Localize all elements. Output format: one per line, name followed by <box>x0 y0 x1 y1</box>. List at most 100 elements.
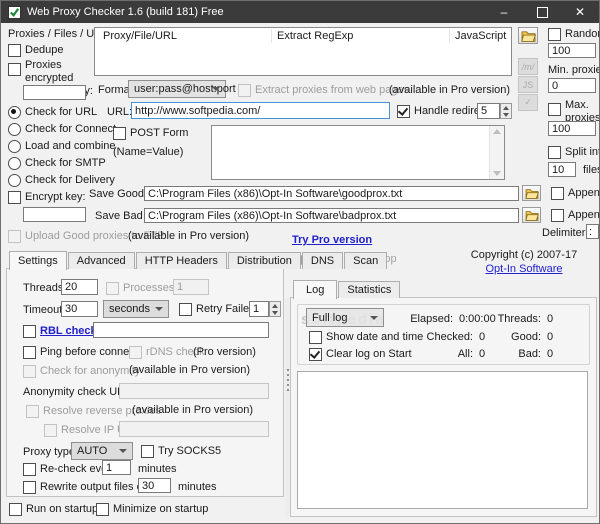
handle-redirects-checkbox[interactable] <box>397 105 410 118</box>
delimiter-input[interactable] <box>586 224 599 239</box>
check-mode-connect[interactable]: Check for Connect <box>8 123 116 136</box>
ping-checkbox[interactable] <box>23 346 36 359</box>
rbl-check-link[interactable]: RBL check: <box>40 325 100 338</box>
radio-check-delivery[interactable] <box>8 174 21 187</box>
processes-label: Processes: <box>123 282 178 294</box>
show-date-checkbox[interactable] <box>309 331 322 344</box>
save-bad-input[interactable] <box>144 208 519 223</box>
scroll-up-icon <box>493 129 501 134</box>
recheck-input[interactable] <box>102 460 131 475</box>
col-proxy-file-url[interactable]: Proxy/File/URL <box>103 30 177 43</box>
redirects-stepper[interactable] <box>500 103 512 119</box>
min-proxies-input[interactable] <box>548 78 596 93</box>
split-into-checkbox[interactable] <box>548 146 561 159</box>
proxies-encrypted-checkbox[interactable] <box>8 63 21 76</box>
random-count-input[interactable] <box>548 43 596 58</box>
processes-row: Processes: <box>106 282 177 295</box>
radio-load-combine[interactable] <box>8 140 21 153</box>
open-file-button[interactable] <box>518 27 538 44</box>
tab-http-headers-label: HTTP Headers <box>144 255 218 267</box>
append-bad-checkbox[interactable] <box>551 209 564 222</box>
rbl-input[interactable] <box>93 322 269 338</box>
resolve-pro-note: (available in Pro version) <box>132 404 254 416</box>
recheck-checkbox[interactable] <box>23 463 36 476</box>
retry-input[interactable] <box>249 301 269 317</box>
proxy-type-select[interactable]: AUTO <box>71 442 133 460</box>
threads-input[interactable] <box>61 279 98 295</box>
post-form-row: POST Form <box>113 127 188 140</box>
tab-statistics-label: Statistics <box>347 284 392 296</box>
post-form-textarea[interactable] <box>211 125 505 180</box>
minimize-button[interactable]: – <box>485 1 523 23</box>
browse-bad-button[interactable] <box>522 207 541 223</box>
tab-distribution[interactable]: Distribution <box>227 252 301 269</box>
browse-good-button[interactable] <box>522 185 541 201</box>
timeout-unit-select[interactable]: seconds <box>103 300 169 318</box>
encrypt-key-input[interactable] <box>23 207 86 222</box>
minimize-startup-checkbox[interactable] <box>96 503 109 516</box>
tab-scan[interactable]: Scan <box>344 252 388 269</box>
anonymity-label: Check for anonymity <box>40 365 141 377</box>
run-startup-checkbox[interactable] <box>9 503 22 516</box>
save-good-input[interactable] <box>144 186 519 201</box>
tab-settings[interactable]: Settings <box>9 251 67 270</box>
redirects-input[interactable] <box>477 103 500 119</box>
try-socks5-checkbox[interactable] <box>141 445 154 458</box>
max-proxies-input[interactable] <box>548 121 596 136</box>
log-mode-select[interactable]: Full log <box>306 308 384 327</box>
dedupe-checkbox[interactable] <box>8 44 21 57</box>
tab-statistics[interactable]: Statistics <box>338 281 401 298</box>
rewrite-checkbox[interactable] <box>23 481 36 494</box>
try-pro-link[interactable]: Try Pro version <box>292 234 372 247</box>
check-mode-url[interactable]: Check for URL <box>8 106 97 119</box>
close-button[interactable]: ✕ <box>561 1 599 23</box>
retry-stepper[interactable] <box>269 301 281 317</box>
log-output-area[interactable] <box>297 371 588 509</box>
check-mode-load[interactable]: Load and combine <box>8 140 116 153</box>
encryption-key-input[interactable] <box>23 85 86 100</box>
format-select[interactable]: user:pass@host:port <box>128 80 236 98</box>
rewrite-input[interactable] <box>138 478 171 493</box>
max-proxies-checkbox[interactable] <box>548 103 561 116</box>
tab-advanced[interactable]: Advanced <box>67 252 135 269</box>
encrypt-key-label: Encrypt key: <box>25 191 86 203</box>
retry-failed-checkbox[interactable] <box>179 303 192 316</box>
timeout-unit-value: seconds <box>109 303 150 315</box>
checked-label: Checked: <box>426 331 473 343</box>
col-extract-regexp[interactable]: Extract RegExp <box>277 30 353 43</box>
radio-check-connect[interactable] <box>8 123 21 136</box>
tab-http-headers[interactable]: HTTP Headers <box>135 252 227 269</box>
append-good-checkbox[interactable] <box>551 187 564 200</box>
encrypt-key-checkbox[interactable] <box>8 191 21 204</box>
proxy-list[interactable]: Proxy/File/URL Extract RegExp JavaScript <box>94 27 512 76</box>
col-javascript[interactable]: JavaScript <box>455 30 506 43</box>
tab-log[interactable]: Log <box>293 280 338 299</box>
check-delivery-label: Check for Delivery <box>25 174 115 186</box>
js-icon: JS <box>522 79 534 90</box>
url-input[interactable] <box>131 102 390 119</box>
radio-check-smtp[interactable] <box>8 157 21 170</box>
spin-down-icon <box>503 112 509 117</box>
rbl-checkbox[interactable] <box>23 325 36 338</box>
maximize-button[interactable] <box>523 1 561 23</box>
anonymity-row: Check for anonymity <box>23 365 140 378</box>
append-good-label: Append <box>568 187 600 199</box>
timeout-input[interactable] <box>61 301 98 317</box>
good-label: Good: <box>511 331 541 343</box>
clear-log-checkbox[interactable] <box>309 348 322 361</box>
split-into-row: Split into <box>548 146 599 159</box>
radio-check-url[interactable] <box>8 106 21 119</box>
post-form-scrollbar[interactable] <box>489 126 504 179</box>
rdns-pro-note: (Pro version) <box>193 346 256 358</box>
company-link[interactable]: Opt-In Software <box>449 263 599 276</box>
check-mode-smtp[interactable]: Check for SMTP <box>8 157 106 170</box>
tab-dns[interactable]: DNS <box>301 252 344 269</box>
clear-log-row: Clear log on Start <box>309 348 412 361</box>
split-count-input[interactable] <box>548 162 576 177</box>
post-form-checkbox[interactable] <box>113 127 126 140</box>
good-value: 0 <box>547 331 554 343</box>
files-label: files <box>583 164 599 176</box>
random-checkbox[interactable] <box>548 28 561 41</box>
check-mode-delivery[interactable]: Check for Delivery <box>8 174 115 187</box>
clear-log-label: Clear log on Start <box>326 348 412 360</box>
